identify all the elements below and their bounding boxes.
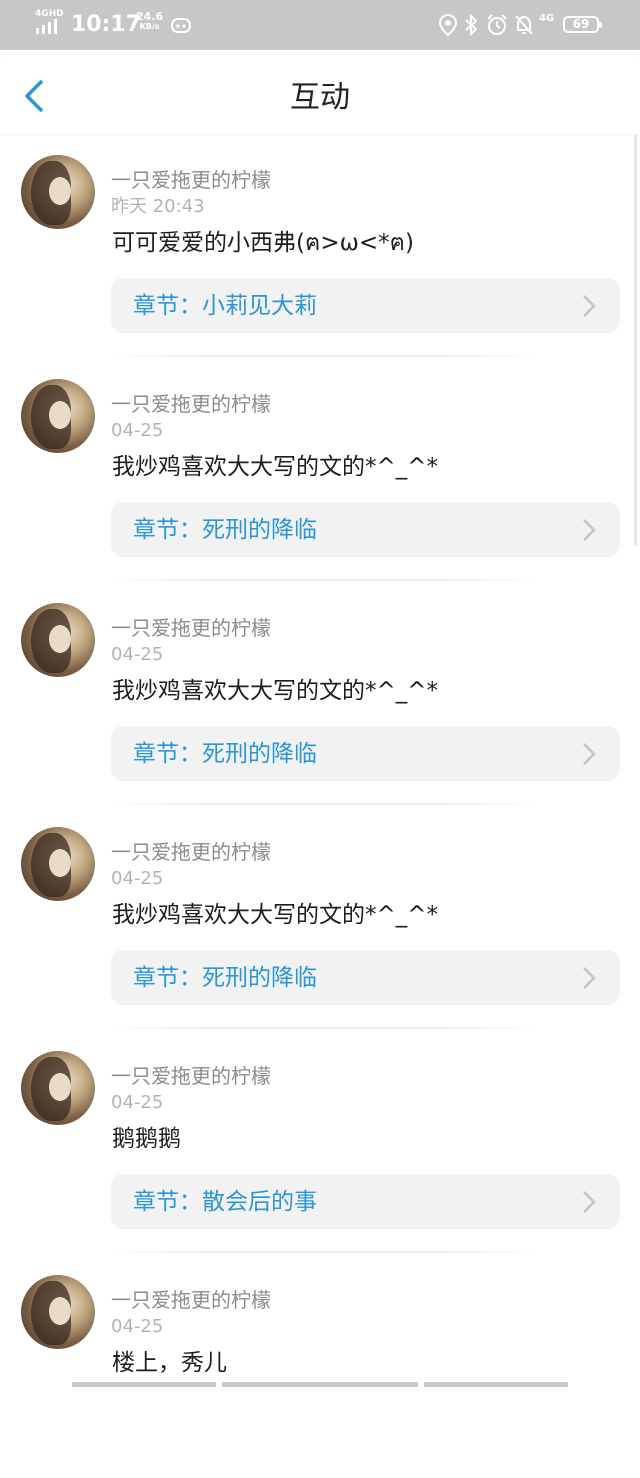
list-item[interactable]: 一只爱拖更的柠檬 昨天 20:43 可可爱爱的小西弗(ฅ>ω<*ฅ) 章节：小莉… [0, 134, 640, 358]
divider [108, 1027, 540, 1029]
list-item[interactable]: 一只爱拖更的柠檬 04-25 楼上，秀儿 [0, 1254, 640, 1478]
comment-time: 昨天 20:43 [111, 196, 205, 217]
comment-time: 04-25 [111, 420, 164, 441]
interaction-list: 一只爱拖更的柠檬 昨天 20:43 可可爱爱的小西弗(ฅ>ω<*ฅ) 章节：小莉… [0, 134, 640, 1478]
speed-value: 24.6 [136, 10, 164, 23]
page-title: 互动 [290, 80, 350, 115]
bluetooth-icon [465, 13, 478, 37]
location-icon [438, 13, 458, 37]
chapter-label: 章节：小莉见大莉 [133, 293, 317, 319]
username[interactable]: 一只爱拖更的柠檬 [111, 840, 271, 864]
mobile-data-type: 4G [539, 13, 555, 24]
comment-content: 我炒鸡喜欢大大写的文的*^_^* [112, 902, 439, 928]
comment-content: 可可爱爱的小西弗(ฅ>ω<*ฅ) [112, 230, 415, 256]
chevron-right-icon [583, 519, 596, 541]
bottom-nav-indicator [222, 1382, 418, 1387]
chapter-link[interactable]: 章节：死刑的降临 [111, 726, 620, 781]
avatar[interactable] [21, 827, 95, 901]
comment-content: 我炒鸡喜欢大大写的文的*^_^* [112, 678, 439, 704]
username[interactable]: 一只爱拖更的柠檬 [111, 1064, 271, 1088]
chevron-right-icon [583, 743, 596, 765]
app-notification-icon [171, 18, 191, 33]
avatar[interactable] [21, 1051, 95, 1125]
comment-content: 鹅鹅鹅 [112, 1126, 181, 1152]
status-time: 10:17 [71, 12, 142, 37]
comment-time: 04-25 [111, 1092, 164, 1113]
mute-icon [515, 15, 533, 35]
chapter-link[interactable]: 章节：死刑的降临 [111, 950, 620, 1005]
avatar[interactable] [21, 603, 95, 677]
header: 互动 [0, 52, 640, 134]
divider [108, 1251, 540, 1253]
list-item[interactable]: 一只爱拖更的柠檬 04-25 我炒鸡喜欢大大写的文的*^_^* 章节：死刑的降临 [0, 358, 640, 582]
divider [108, 579, 540, 581]
chapter-link[interactable]: 章节：散会后的事 [111, 1174, 620, 1229]
chapter-label: 章节：散会后的事 [133, 1189, 317, 1215]
chapter-label: 章节：死刑的降临 [133, 965, 317, 991]
signal-icon [36, 19, 57, 34]
comment-content: 楼上，秀儿 [112, 1350, 227, 1376]
comment-time: 04-25 [111, 644, 164, 665]
avatar[interactable] [21, 1275, 95, 1349]
battery-icon: 69 [563, 16, 602, 33]
list-item[interactable]: 一只爱拖更的柠檬 04-25 我炒鸡喜欢大大写的文的*^_^* 章节：死刑的降临 [0, 806, 640, 1030]
network-speed: 24.6 KB/s [136, 11, 163, 32]
list-item[interactable]: 一只爱拖更的柠檬 04-25 鹅鹅鹅 章节：散会后的事 [0, 1030, 640, 1254]
status-bar: 4GHD 10:17 24.6 KB/s 4G 69 [0, 0, 640, 50]
comment-time: 04-25 [111, 1316, 164, 1337]
bottom-nav-indicator [72, 1382, 216, 1387]
comment-time: 04-25 [111, 868, 164, 889]
username[interactable]: 一只爱拖更的柠檬 [111, 1288, 271, 1312]
username[interactable]: 一只爱拖更的柠檬 [111, 168, 271, 192]
chapter-link[interactable]: 章节：死刑的降临 [111, 502, 620, 557]
chevron-right-icon [583, 967, 596, 989]
chapter-label: 章节：死刑的降临 [133, 517, 317, 543]
avatar[interactable] [21, 155, 95, 229]
alarm-icon [487, 14, 507, 35]
chevron-right-icon [583, 295, 596, 317]
bottom-nav-indicator [424, 1382, 568, 1387]
list-item[interactable]: 一只爱拖更的柠檬 04-25 我炒鸡喜欢大大写的文的*^_^* 章节：死刑的降临 [0, 582, 640, 806]
chevron-right-icon [583, 1191, 596, 1213]
speed-unit: KB/s [139, 22, 160, 31]
comment-content: 我炒鸡喜欢大大写的文的*^_^* [112, 454, 439, 480]
divider [108, 355, 540, 357]
avatar[interactable] [21, 379, 95, 453]
username[interactable]: 一只爱拖更的柠檬 [111, 392, 271, 416]
chapter-link[interactable]: 章节：小莉见大莉 [111, 278, 620, 333]
divider [108, 803, 540, 805]
username[interactable]: 一只爱拖更的柠檬 [111, 616, 271, 640]
chapter-label: 章节：死刑的降临 [133, 741, 317, 767]
